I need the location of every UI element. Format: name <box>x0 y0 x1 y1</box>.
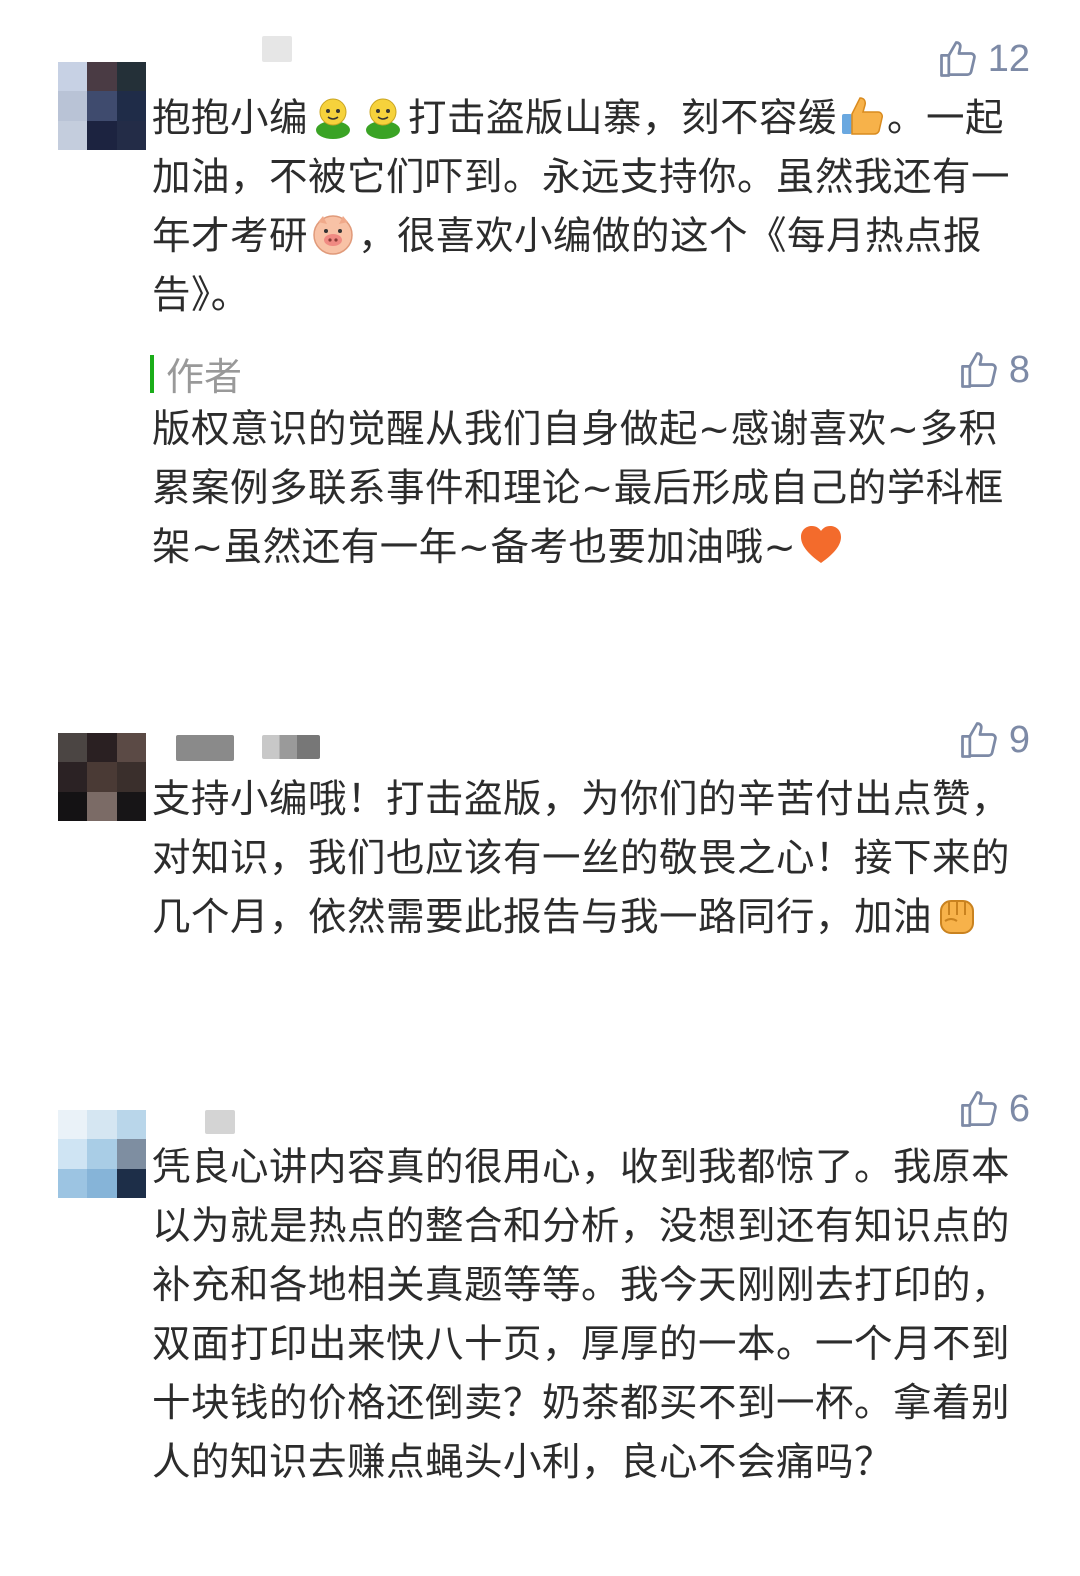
username-blurred[interactable] <box>205 1110 235 1134</box>
thumbs-up-icon <box>960 352 997 388</box>
author-bar <box>150 354 154 393</box>
comment-text: 支持小编哦！打击盗版，为你们的辛苦付出点赞，对知识，我们也应该有一丝的敬畏之心！… <box>152 777 1011 940</box>
like-count: 9 <box>1008 718 1030 761</box>
author-label: 作者 <box>166 355 243 399</box>
reply-author: 作者 <box>150 346 242 401</box>
comment-text: 抱抱小编 打击盗版山寨，刻不容缓 。一起加油，不被它们吓到。永远支持你。虽然我还有一… <box>152 89 1032 325</box>
thumbs-up-icon <box>960 722 997 758</box>
heart-emoji <box>801 526 842 563</box>
thumbs-up-emoji <box>842 97 884 135</box>
pig-emoji <box>313 215 353 255</box>
like-count: 12 <box>987 37 1030 80</box>
fist-emoji <box>940 900 975 934</box>
green-person-emoji <box>316 98 351 139</box>
avatar[interactable] <box>58 733 146 821</box>
username-blurred[interactable] <box>176 735 234 761</box>
like-button[interactable]: 9 <box>957 716 1030 764</box>
reply-like-button[interactable]: 8 <box>957 346 1030 394</box>
green-person-emoji <box>366 98 401 139</box>
username-blurred[interactable] <box>262 36 292 62</box>
thumbs-up-icon <box>960 1091 997 1127</box>
avatar[interactable] <box>58 1110 146 1198</box>
reply-text: 版权意识的觉醒从我们自身做起~感谢喜欢~多积累案例多联系事件和理论~最后形成自己… <box>152 407 1004 570</box>
like-count: 8 <box>1008 348 1030 391</box>
like-count: 6 <box>1008 1087 1030 1130</box>
like-button[interactable]: 6 <box>957 1085 1030 1133</box>
username-blurred[interactable] <box>262 735 320 759</box>
avatar[interactable] <box>58 62 146 150</box>
comment-text: 凭良心讲内容真的很用心，收到我都惊了。我原本以为就是热点的整合和分析，没想到还有… <box>152 1145 1011 1485</box>
like-button[interactable]: 12 <box>936 35 1030 83</box>
thumbs-up-icon <box>939 41 976 77</box>
